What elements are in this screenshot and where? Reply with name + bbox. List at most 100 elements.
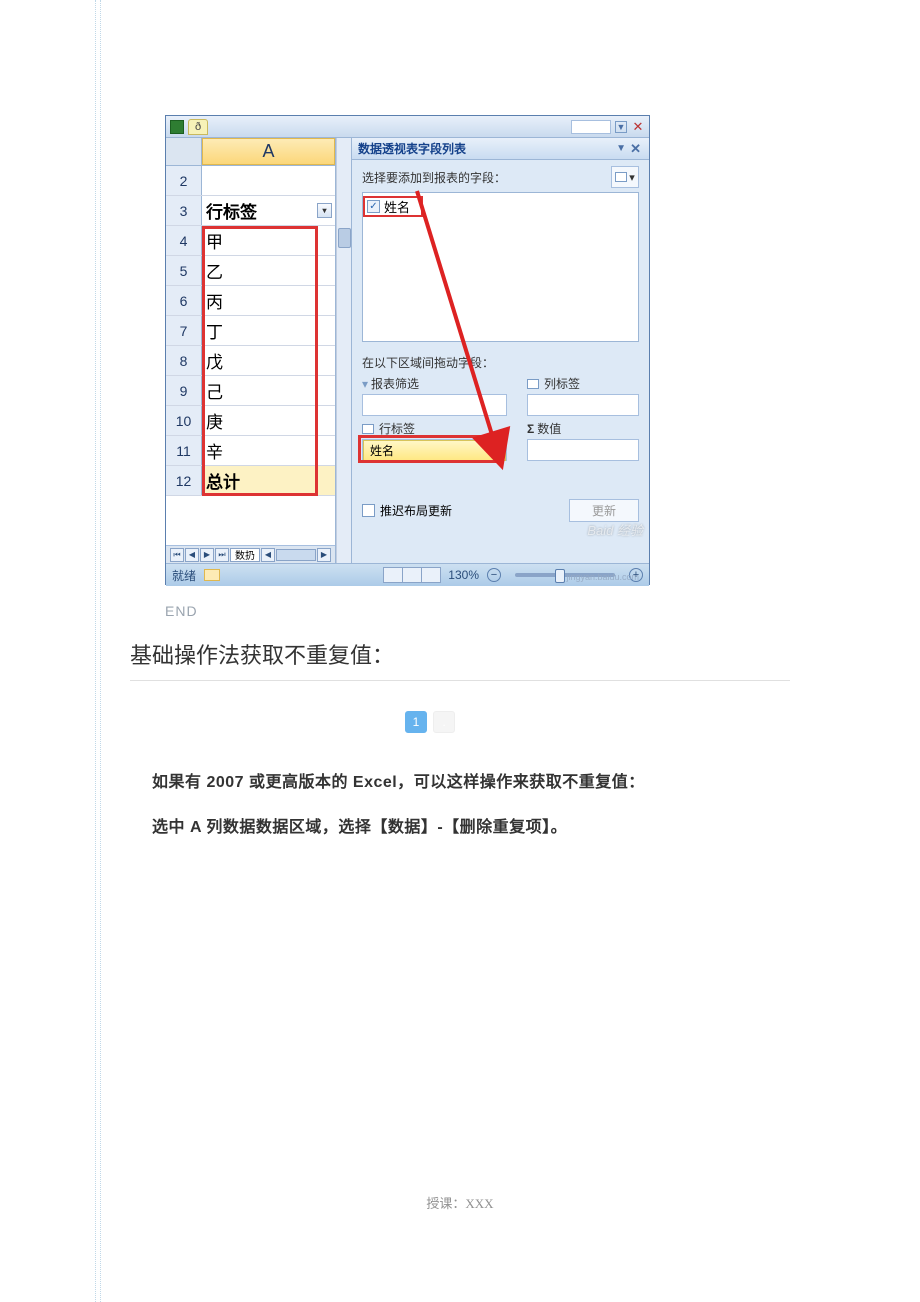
- row-header[interactable]: 8: [166, 346, 202, 375]
- row-header[interactable]: 9: [166, 376, 202, 405]
- excel-icon: [170, 120, 184, 134]
- row-area[interactable]: 姓名 ▼: [362, 439, 507, 461]
- field-label: 姓名: [384, 197, 410, 216]
- column-area[interactable]: [527, 394, 639, 416]
- excel-screenshot: ð ▼ ✕ A 23行标签▾4甲5乙6丙7丁8戊9己10庚11辛12总计 ⏮ ◀: [165, 115, 650, 585]
- row-header[interactable]: 10: [166, 406, 202, 435]
- status-bar: 就绪 130% − + jingyan.baidu.com: [166, 563, 649, 586]
- cell[interactable]: 丁: [202, 316, 335, 345]
- column-area-label: 列标签: [527, 375, 639, 392]
- row[interactable]: 5乙: [166, 256, 335, 286]
- row[interactable]: 12总计: [166, 466, 335, 496]
- watermark: Baid 经验: [587, 520, 643, 539]
- sheet-tabs: ⏮ ◀ ▶ ⏭ 数扔 ◀ ▶: [166, 545, 335, 563]
- scroll-right-button[interactable]: ▶: [317, 548, 331, 562]
- cell[interactable]: 己: [202, 376, 335, 405]
- name-box[interactable]: [571, 120, 611, 134]
- divider: [130, 680, 790, 681]
- watermark-url: jingyan.baidu.com: [566, 572, 639, 582]
- row[interactable]: 8戊: [166, 346, 335, 376]
- cell[interactable]: 乙: [202, 256, 335, 285]
- last-sheet-button[interactable]: ⏭: [215, 548, 229, 562]
- pane-menu-icon[interactable]: ▼: [616, 143, 628, 155]
- scroll-left-button[interactable]: ◀: [261, 548, 275, 562]
- section-title: 基础操作法获取不重复值：: [130, 638, 394, 670]
- cell[interactable]: 辛: [202, 436, 335, 465]
- row[interactable]: 10庚: [166, 406, 335, 436]
- worksheet-grid[interactable]: A 23行标签▾4甲5乙6丙7丁8戊9己10庚11辛12总计 ⏮ ◀ ▶ ⏭ 数…: [166, 138, 336, 563]
- workbook-tab[interactable]: ð: [188, 119, 208, 135]
- first-sheet-button[interactable]: ⏮: [170, 548, 184, 562]
- row[interactable]: 9己: [166, 376, 335, 406]
- close-icon[interactable]: ✕: [631, 119, 645, 135]
- pane-close-icon[interactable]: ✕: [628, 141, 643, 157]
- cell[interactable]: 戊: [202, 346, 335, 375]
- row-header[interactable]: 7: [166, 316, 202, 345]
- defer-label: 推迟布局更新: [380, 502, 452, 519]
- vscroll[interactable]: [336, 138, 351, 563]
- next-sheet-button[interactable]: ▶: [200, 548, 214, 562]
- page-layout-view-button[interactable]: [402, 567, 422, 583]
- cell[interactable]: 总计: [202, 466, 335, 495]
- row-header[interactable]: 6: [166, 286, 202, 315]
- cell[interactable]: 丙: [202, 286, 335, 315]
- filter-dropdown-icon[interactable]: ▾: [317, 203, 332, 218]
- sigma-icon: Σ: [527, 422, 534, 436]
- paragraph-2: 选中 A 列数据数据区域，选择【数据】-【删除重复项】。: [152, 815, 567, 841]
- row[interactable]: 7丁: [166, 316, 335, 346]
- values-area[interactable]: [527, 439, 639, 461]
- choose-fields-label: 选择要添加到报表的字段：: [362, 169, 506, 186]
- row-area-item[interactable]: 姓名 ▼: [363, 440, 506, 461]
- zoom-level[interactable]: 130%: [448, 568, 479, 582]
- prev-sheet-button[interactable]: ◀: [185, 548, 199, 562]
- row-header[interactable]: 3: [166, 196, 202, 225]
- filter-area[interactable]: [362, 394, 507, 416]
- step-1[interactable]: 1: [405, 711, 427, 733]
- row-header[interactable]: 11: [166, 436, 202, 465]
- row[interactable]: 2: [166, 166, 335, 196]
- dropdown-icon[interactable]: ▼: [490, 445, 499, 455]
- row[interactable]: 11辛: [166, 436, 335, 466]
- cell[interactable]: 庚: [202, 406, 335, 435]
- status-ready: 就绪: [172, 567, 196, 584]
- page-break-view-button[interactable]: [421, 567, 441, 583]
- record-macro-icon[interactable]: [204, 569, 220, 581]
- field-item-name[interactable]: ✓ 姓名: [366, 196, 635, 217]
- column-header-a[interactable]: A: [202, 138, 335, 165]
- field-list[interactable]: ✓ 姓名: [362, 192, 639, 342]
- filter-area-label: ▾ 报表筛选: [362, 375, 507, 392]
- row-area-label: 行标签: [362, 420, 507, 437]
- cell[interactable]: 行标签▾: [202, 196, 335, 225]
- field-list-layout-button[interactable]: ▾: [611, 166, 639, 188]
- pivot-field-list-pane: 数据透视表字段列表 ▼ ✕ 选择要添加到报表的字段： ▾ ✓ 姓名: [351, 138, 649, 563]
- paragraph-1: 如果有 2007 或更高版本的 Excel，可以这样操作来获取不重复值：: [152, 770, 645, 796]
- step-indicator: 1 .: [405, 711, 455, 733]
- zoom-out-button[interactable]: −: [487, 568, 501, 582]
- cell[interactable]: [202, 166, 335, 195]
- row-header[interactable]: 5: [166, 256, 202, 285]
- normal-view-button[interactable]: [383, 567, 403, 583]
- cell[interactable]: 甲: [202, 226, 335, 255]
- sheet-tab[interactable]: 数扔: [230, 548, 260, 562]
- pane-title: 数据透视表字段列表: [358, 140, 466, 157]
- funnel-icon: ▾: [362, 377, 368, 391]
- hscroll[interactable]: [276, 549, 316, 561]
- defer-checkbox[interactable]: [362, 504, 375, 517]
- row[interactable]: 3行标签▾: [166, 196, 335, 226]
- update-button[interactable]: 更新: [569, 499, 639, 522]
- row-header[interactable]: 2: [166, 166, 202, 195]
- checkbox-checked-icon[interactable]: ✓: [367, 200, 380, 213]
- row[interactable]: 6丙: [166, 286, 335, 316]
- row-item-label: 姓名: [370, 442, 394, 459]
- grid-icon: [362, 424, 374, 434]
- select-all-corner[interactable]: [166, 138, 202, 165]
- step-dot[interactable]: .: [433, 711, 455, 733]
- row[interactable]: 4甲: [166, 226, 335, 256]
- row-header[interactable]: 4: [166, 226, 202, 255]
- dropdown-icon[interactable]: ▼: [615, 121, 627, 133]
- footer: 授课：XXX: [0, 1193, 920, 1212]
- layout-icon: [615, 172, 627, 182]
- row-header[interactable]: 12: [166, 466, 202, 495]
- end-label: END: [165, 603, 198, 619]
- grid-icon: [527, 379, 539, 389]
